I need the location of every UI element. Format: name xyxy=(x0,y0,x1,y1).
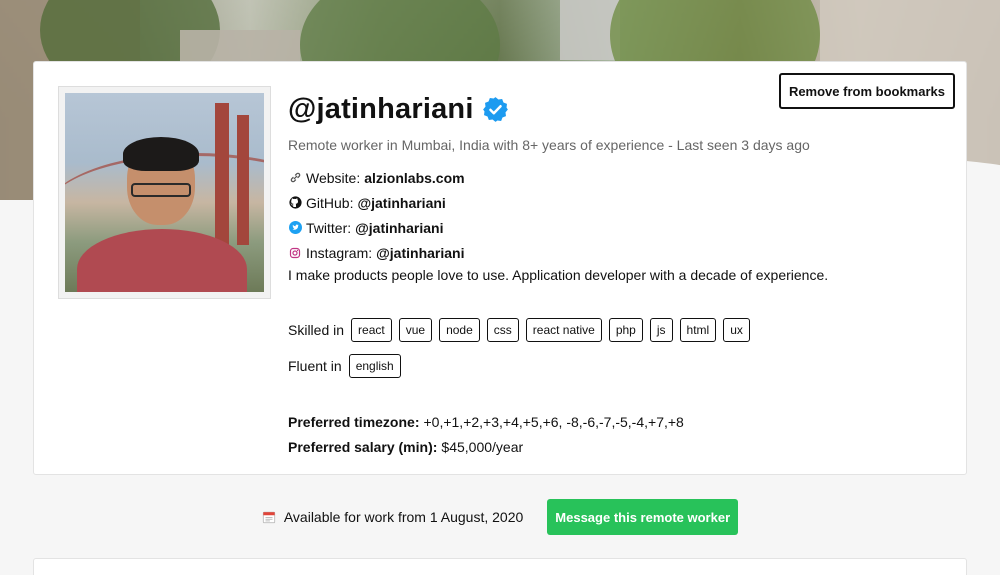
website-label: Website: xyxy=(306,169,361,186)
instagram-icon xyxy=(288,246,302,260)
twitter-row: Twitter: @jatinhariani xyxy=(288,215,948,240)
availability-bar: Available for work from 1 August, 2020 M… xyxy=(0,499,1000,535)
github-link[interactable]: @jatinhariani xyxy=(357,195,445,211)
profile-bio: I make products people love to use. Appl… xyxy=(288,267,829,283)
salary-label: Preferred salary (min): xyxy=(288,438,438,455)
skill-tag[interactable]: html xyxy=(679,318,717,342)
skill-tag[interactable]: css xyxy=(486,318,519,342)
website-link[interactable]: alzionlabs.com xyxy=(364,170,464,186)
timezone-row: Preferred timezone: +0,+1,+2,+3,+4,+5,+6… xyxy=(288,409,948,434)
instagram-label: Instagram: xyxy=(306,244,373,261)
twitter-icon xyxy=(288,221,302,235)
twitter-label: Twitter: xyxy=(306,219,352,236)
next-section-card xyxy=(33,558,967,575)
skills-row: Skilled in react vue node css react nati… xyxy=(288,317,948,343)
calendar-icon xyxy=(262,510,276,524)
skill-tag[interactable]: php xyxy=(608,318,643,342)
timezone-label: Preferred timezone: xyxy=(288,413,420,430)
github-label: GitHub: xyxy=(306,194,354,211)
instagram-row: Instagram: @jatinhariani xyxy=(288,240,948,265)
skill-tag[interactable]: vue xyxy=(398,318,433,342)
remove-bookmark-button[interactable]: Remove from bookmarks xyxy=(778,73,955,109)
verified-badge-icon xyxy=(482,96,509,123)
profile-subtitle: Remote worker in Mumbai, India with 8+ y… xyxy=(288,137,810,153)
preferences: Preferred timezone: +0,+1,+2,+3,+4,+5,+6… xyxy=(288,409,948,459)
timezone-value: +0,+1,+2,+3,+4,+5,+6, -8,-6,-7,-5,-4,+7,… xyxy=(423,413,684,430)
profile-card: @jatinhariani Remote worker in Mumbai, I… xyxy=(33,61,967,475)
salary-value: $45,000/year xyxy=(441,438,524,455)
skilled-in-label: Skilled in xyxy=(288,322,345,338)
twitter-link[interactable]: @jatinhariani xyxy=(355,220,443,236)
availability-info: Available for work from 1 August, 2020 xyxy=(262,509,523,525)
message-worker-button[interactable]: Message this remote worker xyxy=(547,499,739,535)
github-row: GitHub: @jatinhariani xyxy=(288,190,948,215)
fluent-row: Fluent in english xyxy=(288,353,948,379)
salary-row: Preferred salary (min): $45,000/year xyxy=(288,434,948,459)
avatar xyxy=(58,86,271,299)
skill-tag[interactable]: ux xyxy=(723,318,750,342)
fluent-in-label: Fluent in xyxy=(288,358,342,374)
skill-tag[interactable]: react xyxy=(351,318,392,342)
skill-tag[interactable]: node xyxy=(439,318,480,342)
profile-info: @jatinhariani Remote worker in Mumbai, I… xyxy=(288,90,948,459)
link-icon xyxy=(288,171,302,185)
instagram-link[interactable]: @jatinhariani xyxy=(376,245,464,261)
availability-text: Available for work from 1 August, 2020 xyxy=(283,509,524,525)
skill-tag[interactable]: js xyxy=(649,318,673,342)
profile-photo xyxy=(65,93,264,292)
website-row: Website: alzionlabs.com xyxy=(288,165,948,190)
profile-links: Website: alzionlabs.com GitHub: @jatinha… xyxy=(288,165,948,265)
username: @jatinhariani xyxy=(288,92,474,125)
language-tag[interactable]: english xyxy=(348,354,401,378)
github-icon xyxy=(288,196,302,210)
skill-tag[interactable]: react native xyxy=(525,318,602,342)
